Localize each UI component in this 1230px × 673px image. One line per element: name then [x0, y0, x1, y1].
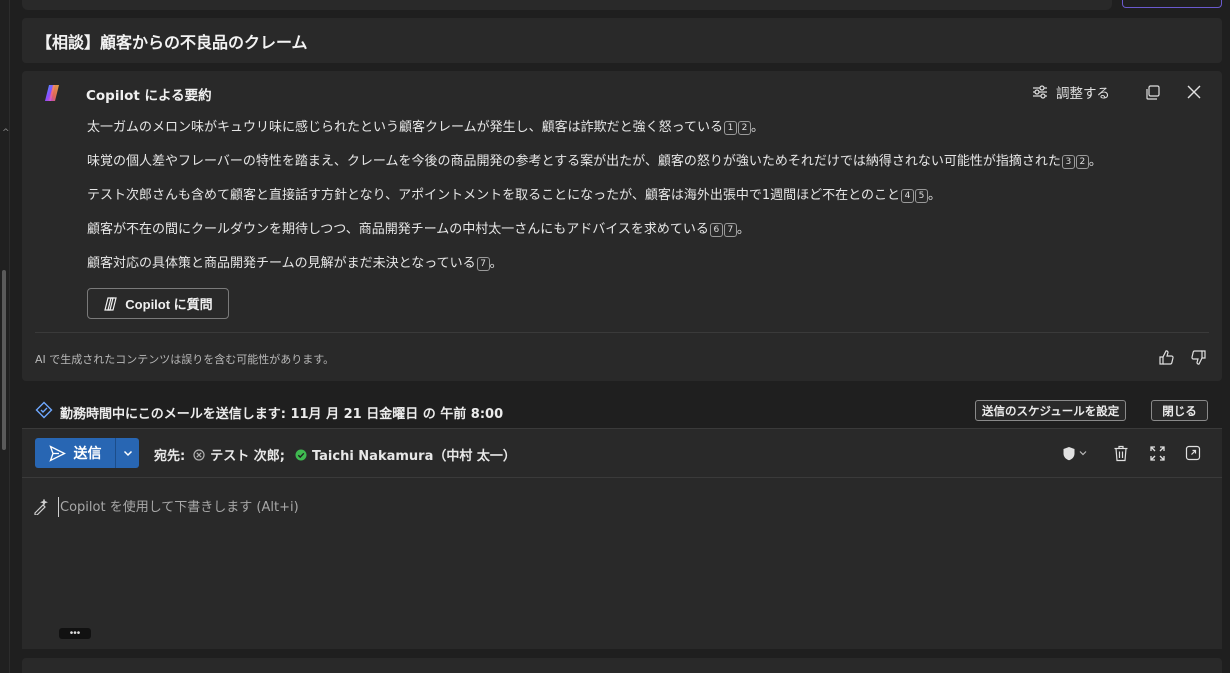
chevron-down-icon: [123, 450, 132, 457]
summary-line: 味覚の個人差やフレーバーの特性を踏まえ、クレームを今後の商品開発の参考とする案が…: [87, 152, 1207, 186]
send-button-group: 送信: [35, 438, 139, 468]
citation-badge[interactable]: 2: [737, 121, 751, 135]
recipient-name: テスト 次郎;: [210, 449, 285, 464]
summary-title: Copilot による要約: [86, 88, 212, 104]
copilot-draft-icon: [34, 499, 48, 515]
copy-icon: [1145, 84, 1160, 100]
draft-input[interactable]: [58, 497, 658, 517]
summary-line-suffix: 。: [927, 188, 941, 203]
recipient-name: Taichi Nakamura（中村 太一）: [311, 449, 516, 464]
compose-divider: [22, 477, 1222, 478]
adjust-label: 調整する: [1056, 86, 1110, 101]
compose-pane: 送信 宛先: テスト 次郎; Taichi Nakamura（中村 太一） Co…: [22, 428, 1222, 649]
discard-button[interactable]: [1110, 442, 1132, 464]
next-message-panel: [22, 658, 1222, 673]
sensitivity-button[interactable]: [1058, 442, 1090, 464]
ask-copilot-label: Copilot に質問: [125, 297, 213, 312]
left-scrollbar[interactable]: [2, 270, 6, 450]
chevron-down-icon: [1079, 451, 1086, 456]
shield-icon: [1063, 446, 1074, 460]
summary-line-text: 顧客対応の具体策と商品開発チームの見解がまだ未決となっている: [87, 256, 476, 271]
summary-divider: [35, 332, 1209, 333]
close-icon: [1187, 85, 1201, 99]
trash-icon: [1114, 445, 1128, 461]
top-right-control[interactable]: [1122, 0, 1222, 8]
summary-line-suffix: 。: [489, 256, 503, 271]
citation-badge[interactable]: 2: [1075, 155, 1089, 169]
thumbs-up-icon: [1158, 349, 1174, 365]
summary-line: 太一ガムのメロン味がキュウリ味に感じられたという顧客クレームが発生し、顧客は詐欺…: [87, 118, 1207, 152]
more-options-button[interactable]: •••: [59, 628, 91, 639]
ask-copilot-button[interactable]: Copilot に質問: [87, 288, 229, 319]
schedule-text: 勤務時間中にこのメールを送信します: 11月 月 21 日金曜日 の 午前 8:…: [60, 407, 504, 422]
schedule-send-icon: [35, 401, 53, 419]
copilot-outline-icon: [104, 296, 118, 311]
ai-disclaimer: AI で生成されたコンテンツは誤りを含む可能性があります。: [35, 353, 335, 366]
thumbs-down-icon: [1190, 349, 1206, 365]
citation-badge[interactable]: 1: [723, 121, 737, 135]
expand-button[interactable]: [1146, 442, 1168, 464]
summary-line-text: 顧客が不在の間にクールダウンを期待しつつ、商品開発チームの中村太一さんにもアドバ…: [87, 222, 709, 237]
citation-badge[interactable]: 7: [723, 223, 737, 237]
message-subject: 【相談】顧客からの不良品のクレーム: [36, 32, 308, 52]
scheduled-send-banner: 勤務時間中にこのメールを送信します: 11月 月 21 日金曜日 の 午前 8:…: [22, 393, 1222, 427]
citation-badge[interactable]: 5: [914, 189, 928, 203]
copy-button[interactable]: [1141, 81, 1163, 103]
sliders-icon: [1033, 85, 1047, 99]
citation-badge[interactable]: 4: [900, 189, 914, 203]
summary-line-text: テスト次郎さんも含めて顧客と直接話す方針となり、アポイントメントを取ることになっ…: [87, 188, 900, 203]
pop-out-button[interactable]: [1182, 442, 1204, 464]
subject-header: 【相談】顧客からの不良品のクレーム: [22, 18, 1222, 63]
recipient-chip[interactable]: Taichi Nakamura（中村 太一）: [295, 445, 516, 464]
thumbs-up-button[interactable]: [1155, 346, 1177, 368]
set-schedule-button[interactable]: 送信のスケジュールを設定: [975, 400, 1127, 421]
send-button[interactable]: 送信: [35, 438, 115, 468]
copilot-logo-icon: [45, 85, 59, 101]
send-label: 送信: [73, 445, 102, 461]
copilot-summary-card: Copilot による要約 調整する 太一ガムのメロン味がキュウリ味に感じられた…: [22, 71, 1222, 381]
available-status-icon: [295, 449, 307, 460]
pop-out-icon: [1185, 445, 1201, 461]
expand-icon: [1149, 445, 1165, 461]
caret-icon: ^: [2, 128, 10, 138]
adjust-button[interactable]: 調整する: [1032, 81, 1110, 103]
send-icon: [48, 444, 66, 462]
summary-lines: 太一ガムのメロン味がキュウリ味に感じられたという顧客クレームが発生し、顧客は詐欺…: [87, 118, 1207, 288]
thumbs-down-button[interactable]: [1187, 346, 1209, 368]
summary-line-suffix: 。: [1088, 154, 1102, 169]
left-rail: ^: [0, 0, 10, 673]
citation-badge[interactable]: 3: [1061, 155, 1075, 169]
close-banner-button[interactable]: 閉じる: [1151, 400, 1208, 421]
citation-badge[interactable]: 7: [476, 257, 490, 271]
summary-line-text: 太一ガムのメロン味がキュウリ味に感じられたという顧客クレームが発生し、顧客は詐欺…: [87, 120, 723, 135]
offline-status-icon: [193, 448, 205, 461]
recipients-row: 宛先: テスト 次郎; Taichi Nakamura（中村 太一）: [154, 445, 526, 464]
summary-line-suffix: 。: [736, 222, 750, 237]
close-summary-button[interactable]: [1183, 81, 1205, 103]
summary-line: 顧客対応の具体策と商品開発チームの見解がまだ未決となっている 7。: [87, 254, 1207, 288]
summary-line: テスト次郎さんも含めて顧客と直接話す方針となり、アポイントメントを取ることになっ…: [87, 186, 1207, 220]
summary-line: 顧客が不在の間にクールダウンを期待しつつ、商品開発チームの中村太一さんにもアドバ…: [87, 220, 1207, 254]
summary-line-text: 味覚の個人差やフレーバーの特性を踏まえ、クレームを今後の商品開発の参考とする案が…: [87, 154, 1061, 169]
send-options-dropdown[interactable]: [115, 438, 139, 468]
summary-line-suffix: 。: [750, 120, 764, 135]
top-toolbar-strip: [22, 0, 1112, 10]
citation-badge[interactable]: 6: [709, 223, 723, 237]
to-label: 宛先:: [154, 449, 186, 464]
recipient-chip[interactable]: テスト 次郎;: [193, 445, 285, 464]
